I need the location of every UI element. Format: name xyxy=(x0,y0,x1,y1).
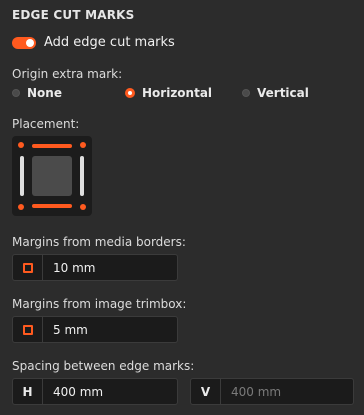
trimbox-margins-field[interactable]: 5 mm xyxy=(12,316,178,343)
spacing-label: Spacing between edge marks: xyxy=(12,359,195,373)
edge-right[interactable] xyxy=(80,156,84,196)
corner-top-right[interactable] xyxy=(80,142,86,148)
placement-selector[interactable] xyxy=(12,136,92,216)
radio-label-vertical: Vertical xyxy=(257,86,309,100)
media-margins-label: Margins from media borders: xyxy=(12,235,186,249)
spacing-h-prefix: H xyxy=(13,379,43,404)
add-edge-cut-marks-toggle-row[interactable]: Add edge cut marks xyxy=(12,35,175,50)
corner-top-left[interactable] xyxy=(18,142,24,148)
radio-label-horizontal: Horizontal xyxy=(142,86,213,100)
spacing-h-field[interactable]: H 400 mm xyxy=(12,378,178,405)
spacing-v-prefix: V xyxy=(191,379,221,404)
spacing-h-value[interactable]: 400 mm xyxy=(43,385,103,399)
trimbox-margins-prefix xyxy=(13,317,43,342)
radio-none[interactable]: None xyxy=(12,86,62,100)
edge-bottom[interactable] xyxy=(32,204,72,208)
radio-label-none: None xyxy=(27,86,62,100)
origin-radio-group: None Horizontal Vertical xyxy=(12,86,352,102)
trimbox-margins-value[interactable]: 5 mm xyxy=(43,323,88,337)
media-margins-prefix xyxy=(13,255,43,280)
toggle-knob xyxy=(26,38,34,47)
section-title: EDGE CUT MARKS xyxy=(12,8,135,22)
spacing-v-field[interactable]: V 400 mm xyxy=(190,378,354,405)
edge-cut-marks-panel: EDGE CUT MARKS Add edge cut marks Origin… xyxy=(0,0,364,415)
media-margins-value[interactable]: 10 mm xyxy=(43,261,95,275)
placement-label: Placement: xyxy=(12,117,80,131)
radio-vertical[interactable]: Vertical xyxy=(242,86,309,100)
radio-dot xyxy=(12,89,20,97)
origin-extra-mark-label: Origin extra mark: xyxy=(12,67,123,81)
toggle-label: Add edge cut marks xyxy=(44,35,175,50)
radio-horizontal[interactable]: Horizontal xyxy=(125,86,212,100)
trimbox-margins-label: Margins from image trimbox: xyxy=(12,297,187,311)
media-margins-field[interactable]: 10 mm xyxy=(12,254,178,281)
corner-bottom-left[interactable] xyxy=(18,204,24,210)
corner-bottom-right[interactable] xyxy=(80,204,86,210)
margin-icon xyxy=(21,323,35,337)
radio-dot xyxy=(242,89,250,97)
edge-left[interactable] xyxy=(20,156,24,196)
margin-icon xyxy=(21,261,35,275)
add-edge-cut-marks-toggle[interactable] xyxy=(12,36,36,49)
placement-center xyxy=(32,156,72,196)
edge-top[interactable] xyxy=(32,144,72,148)
radio-dot-selected xyxy=(125,88,135,98)
spacing-v-value[interactable]: 400 mm xyxy=(221,385,281,399)
